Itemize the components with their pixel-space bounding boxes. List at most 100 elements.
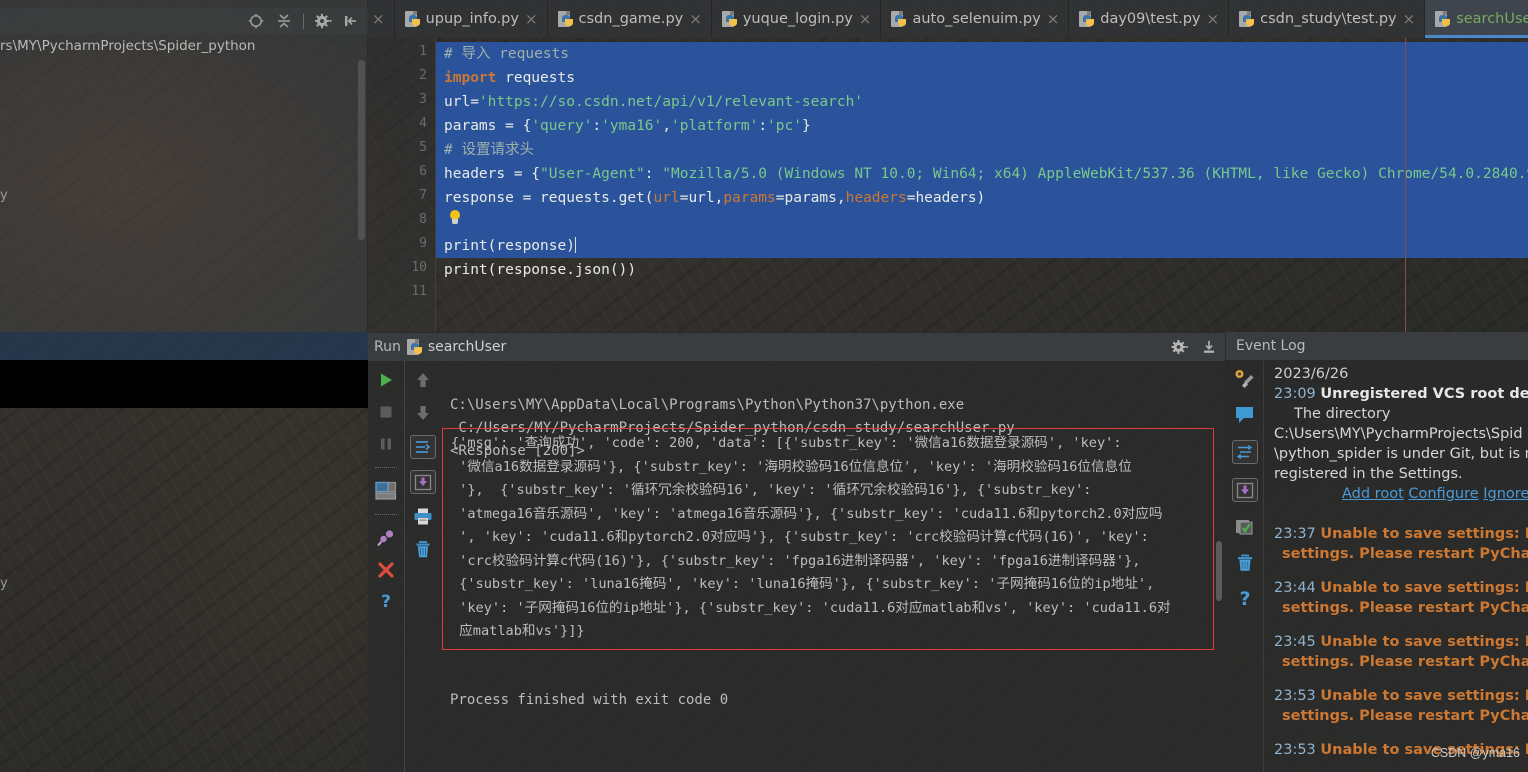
event-entry-header[interactable]: 23:53 Unable to save settings: Faile xyxy=(1274,688,1528,704)
close-icon[interactable] xyxy=(375,559,397,581)
pause-icon[interactable] xyxy=(375,433,397,455)
event-log-title: Event Log xyxy=(1226,332,1528,360)
background-text-fragment-1: y xyxy=(0,188,8,203)
code-line[interactable]: import requests xyxy=(444,66,575,90)
json-output-line: 'atmega16音乐源码', 'key': 'atmega16音乐源码'}, … xyxy=(451,505,1163,522)
pin-icon[interactable] xyxy=(375,527,397,549)
process-exit-line: Process finished with exit code 0 xyxy=(450,692,729,708)
layout-icon[interactable] xyxy=(375,480,397,502)
event-time: 23:44 xyxy=(1274,580,1316,596)
collapse-all-icon[interactable] xyxy=(275,12,293,30)
code-line[interactable]: url='https://so.csdn.net/api/v1/relevant… xyxy=(444,90,863,114)
stop-icon[interactable] xyxy=(375,401,397,423)
gear-icon[interactable] xyxy=(314,12,332,30)
mark-read-icon[interactable] xyxy=(1234,516,1256,538)
event-time: 23:09 xyxy=(1274,386,1316,402)
event-link-configure[interactable]: Configure xyxy=(1408,486,1478,502)
hide-panel-icon[interactable] xyxy=(1201,339,1217,355)
code-line[interactable]: # 设置请求头 xyxy=(444,138,534,162)
tab-day09-test-py[interactable]: day09\test.py × xyxy=(1069,0,1230,38)
tab-label: csdn_game.py xyxy=(578,11,684,27)
tab-upup_info-py[interactable]: upup_info.py × xyxy=(395,0,548,38)
svg-text:?: ? xyxy=(381,592,391,612)
svg-text:?: ? xyxy=(1239,588,1250,610)
code-token: params = { xyxy=(444,118,532,134)
tab-label: day09\test.py xyxy=(1100,11,1201,27)
python-icon xyxy=(557,10,573,28)
console-scrollbar[interactable] xyxy=(1216,541,1222,601)
run-config-name: searchUser xyxy=(427,339,507,355)
code-line[interactable]: print(response) xyxy=(444,234,577,258)
crosshair-target-icon[interactable] xyxy=(247,12,265,30)
gear-icon[interactable] xyxy=(1171,339,1189,355)
json-output-line: '}, {'substr_key': '循环冗余校验码16', 'key': '… xyxy=(451,482,1092,498)
text-caret xyxy=(574,237,577,253)
code-token: requests xyxy=(496,70,575,86)
event-link-add-root[interactable]: Add root xyxy=(1342,486,1404,502)
background-text-fragment-2: y xyxy=(0,576,8,591)
close-icon[interactable]: × xyxy=(1207,11,1220,27)
event-log-toolbar: ? xyxy=(1226,360,1264,772)
code-text-area[interactable]: # 导入 requests import requests url='https:/… xyxy=(436,38,1528,332)
close-icon[interactable]: × xyxy=(689,11,702,27)
tab-auto_selenuim-py[interactable]: auto_selenuim.py × xyxy=(881,0,1070,38)
project-scrollbar[interactable] xyxy=(358,60,365,240)
tab-csdn_study-test-py[interactable]: csdn_study\test.py × xyxy=(1229,0,1426,38)
soft-wrap-icon[interactable] xyxy=(409,435,436,459)
code-token: 'platform' xyxy=(671,118,759,134)
tab-searchUser-py[interactable]: searchUser.py× xyxy=(1425,0,1528,38)
event-entry-header[interactable]: 23:45 Unable to save settings: Faile xyxy=(1274,634,1528,650)
arrow-up-icon[interactable] xyxy=(412,369,434,391)
code-line[interactable]: print(response.json()) xyxy=(444,258,636,282)
line-number: 3 xyxy=(419,92,427,107)
code-line[interactable]: # 导入 requests xyxy=(444,42,569,66)
code-line[interactable]: headers = {"User-Agent": "Mozilla/5.0 (W… xyxy=(444,162,1528,186)
event-link-ignore[interactable]: Ignore xyxy=(1483,486,1528,502)
trash-icon[interactable] xyxy=(1234,552,1256,574)
json-output-line: ', 'key': 'cuda11.6和pytorch2.0对应吗'}, {'s… xyxy=(451,529,1149,545)
code-token: =params, xyxy=(775,190,846,206)
code-token: 'query' xyxy=(531,118,593,134)
code-token: : xyxy=(758,118,768,134)
print-icon[interactable] xyxy=(412,505,434,527)
help-icon[interactable]: ? xyxy=(1234,588,1256,610)
event-body-line: registered in the Settings. xyxy=(1274,466,1463,482)
code-token: params xyxy=(723,190,776,206)
close-icon[interactable]: × xyxy=(859,11,872,27)
lightbulb-icon[interactable] xyxy=(448,210,462,226)
notifications-icon[interactable] xyxy=(1234,404,1256,426)
scroll-to-end-icon[interactable] xyxy=(409,470,436,494)
python-icon xyxy=(721,10,737,28)
code-token: response = requests.get( xyxy=(444,190,654,206)
close-icon[interactable]: × xyxy=(1403,11,1416,27)
event-entry-header[interactable]: 23:09 Unregistered VCS root detec xyxy=(1274,386,1528,402)
left-blue-strip xyxy=(0,332,368,360)
event-log-entries[interactable]: 2023/6/26 23:09 Unregistered VCS root de t… xyxy=(1264,360,1528,772)
scroll-to-end-icon[interactable] xyxy=(1231,478,1258,502)
code-token: import xyxy=(444,70,497,86)
trash-icon[interactable] xyxy=(412,538,434,560)
code-token: } xyxy=(801,118,811,134)
code-line[interactable]: params = {'query':'yma16','platform':'pc… xyxy=(444,114,811,138)
json-output-line: '微信a16数据登录源码'}, {'substr_key': '海明校验码16位… xyxy=(451,458,1132,475)
close-icon[interactable]: × xyxy=(525,11,538,27)
expand-collapse-icon[interactable] xyxy=(1231,440,1258,464)
tab-csdn_game-py[interactable]: csdn_game.py × xyxy=(548,0,712,38)
event-time: 23:53 xyxy=(1274,688,1316,704)
tab-partial-left[interactable]: × xyxy=(368,0,395,38)
event-entry-header[interactable]: 23:44 Unable to save settings: Faile xyxy=(1274,580,1528,596)
event-title: Unable to save settings: Faile xyxy=(1320,688,1528,704)
event-entry-header[interactable]: 23:37 Unable to save settings: Faile xyxy=(1274,526,1528,542)
close-icon[interactable]: × xyxy=(1047,11,1060,27)
code-editor[interactable]: 1 2 3 4 5 6 7 8 9 10 11 # 导入 requests import reques… xyxy=(368,38,1528,332)
arrow-down-icon[interactable] xyxy=(412,402,434,424)
code-line[interactable]: response = requests.get(url=url,params=p… xyxy=(444,186,985,210)
close-icon[interactable]: × xyxy=(372,11,385,27)
hide-panel-icon[interactable] xyxy=(342,12,360,30)
run-icon[interactable] xyxy=(375,369,397,391)
tab-label: auto_selenuim.py xyxy=(912,11,1041,27)
tab-yuque_login-py[interactable]: yuque_login.py × xyxy=(712,0,882,38)
settings-wrench-icon[interactable] xyxy=(1234,368,1256,390)
event-body-line: The directory xyxy=(1294,406,1391,422)
help-icon[interactable]: ? xyxy=(375,591,397,613)
